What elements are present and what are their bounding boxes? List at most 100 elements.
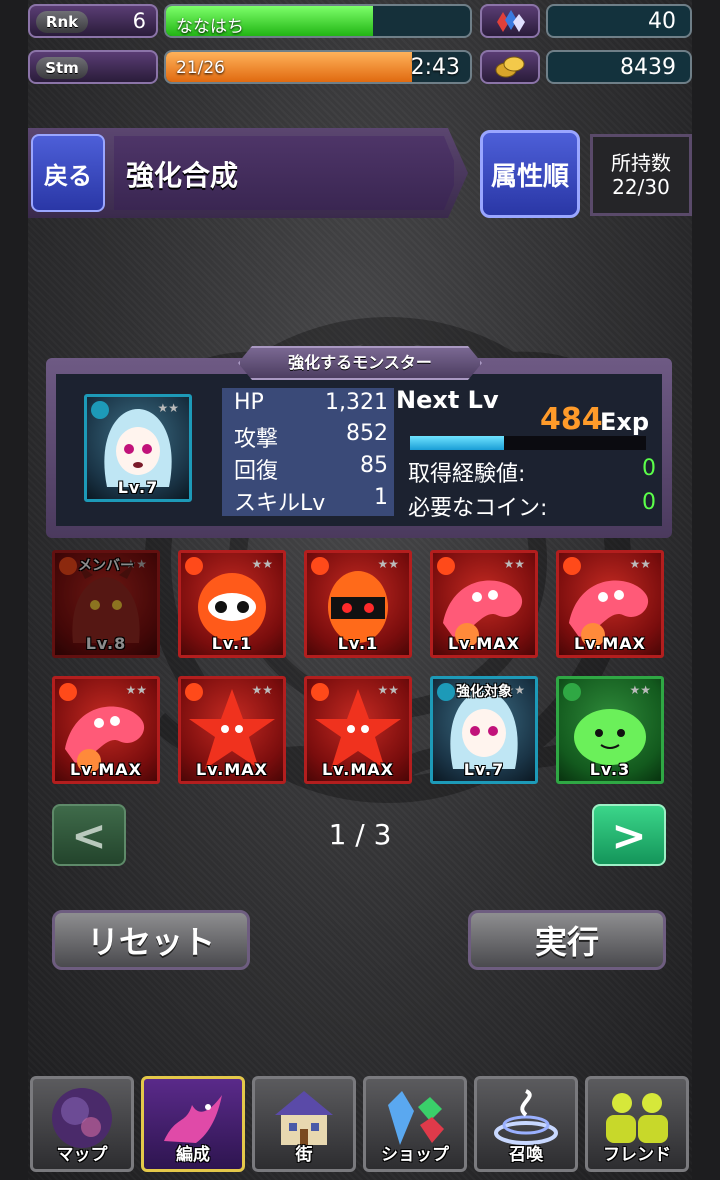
monster-card[interactable]: ★★ Lv.MAX [430,550,538,658]
nav-map[interactable]: マップ [30,1076,134,1172]
fire-attribute-icon [437,557,455,575]
stamina-text: 21/26 [176,58,225,78]
fire-attribute-icon [59,683,77,701]
stat-attack: 攻撃 852 [234,421,388,453]
monster-card-tag: メンバー [78,558,134,574]
stat-recovery-label: 回復 [234,459,279,484]
monster-card-level: Lv.MAX [69,760,143,779]
rarity-stars: ★★ [125,683,147,697]
nav-formation-label: 編成 [176,1145,210,1165]
monster-card[interactable]: ★★ 強化対象 Lv.7 [430,676,538,784]
stat-recovery: 回復 85 [234,453,388,485]
target-panel-title: 強化するモンスター [238,346,482,380]
coin-cost-row: 必要なコイン: 0 [408,490,656,522]
fire-attribute-icon [185,557,203,575]
monster-card-level: Lv.1 [211,634,253,653]
rarity-stars: ★★ [503,557,525,571]
monster-card[interactable]: ★★ Lv.MAX [304,676,412,784]
gem-count: 40 [648,9,676,34]
next-page-button[interactable]: > [592,804,666,866]
stamina-bar: 21/26 2:43 [164,50,472,84]
exp-unit: Exp [600,408,650,436]
status-row-rank: Rnk 6 ななはち 40 [28,0,692,44]
monster-card-level: Lv.MAX [573,634,647,653]
gem-count-box: 40 [546,4,692,38]
stat-hp-value: 1,321 [325,390,388,415]
gain-exp-label: 取得経験値: [408,462,526,487]
monster-card[interactable]: ★★ Lv.1 [178,550,286,658]
wood-attribute-icon [563,683,581,701]
coin-icon-box [480,50,540,84]
gem-icon-box [480,4,540,38]
stat-hp: HP 1,321 [234,390,388,415]
stat-attack-value: 852 [346,421,388,446]
back-button[interactable]: 戻る [31,134,105,212]
prev-page-button[interactable]: < [52,804,126,866]
water-attribute-icon [91,401,109,419]
hold-count: 所持数 22/30 [590,134,692,216]
rank-value: 6 [132,9,146,33]
nav-shop-label: ショップ [381,1145,449,1165]
stamina-box: Stm [28,50,158,84]
monster-card-level: Lv.8 [85,634,127,653]
fire-attribute-icon [311,683,329,701]
target-portrait-level: Lv.7 [117,478,159,497]
stat-skill-level-label: スキルLv [234,491,326,516]
gain-exp-row: 取得経験値: 0 [408,456,656,488]
coin-icon [495,56,525,78]
monster-card[interactable]: ★★ Lv.3 [556,676,664,784]
monster-card-level: Lv.7 [463,760,505,779]
stamina-tag: Stm [36,57,88,79]
monster-card[interactable]: ★★ メンバー Lv.8 [52,550,160,658]
rank-box: Rnk 6 [28,4,158,38]
page-title: 強化合成 [126,159,239,192]
monster-card[interactable]: ★★ Lv.MAX [556,550,664,658]
header: 戻る 強化合成 属性順 所持数 22/30 [28,128,692,220]
rarity-stars: ★★ [377,557,399,571]
player-name: ななはち [176,17,244,37]
nav-friend[interactable]: フレンド [585,1076,689,1172]
hold-value: 22/30 [612,175,670,199]
coin-count-box: 8439 [546,50,692,84]
monster-card[interactable]: ★★ Lv.1 [304,550,412,658]
nav-map-label: マップ [56,1145,108,1165]
nav-town-label: 街 [295,1145,313,1165]
rarity-stars: ★★ [629,683,651,697]
fire-attribute-icon [311,557,329,575]
reset-button[interactable]: リセット [52,910,250,970]
stamina-timer: 2:43 [410,55,460,80]
fire-attribute-icon [563,557,581,575]
page-indicator: 1 / 3 [328,818,392,851]
gain-exp-value: 0 [642,456,656,481]
rank-tag: Rnk [36,11,88,33]
rarity-stars: ★★ [157,401,179,415]
sort-button[interactable]: 属性順 [480,130,580,218]
nav-friend-label: フレンド [603,1145,671,1165]
coin-cost-value: 0 [642,490,656,515]
monster-card-tag: 強化対象 [456,684,512,700]
rarity-stars: ★★ [629,557,651,571]
execute-button[interactable]: 実行 [468,910,666,970]
stat-hp-label: HP [234,390,264,415]
nav-summon[interactable]: 召喚 [474,1076,578,1172]
nav-summon-label: 召喚 [509,1145,543,1165]
exp-needed: 484 [540,402,603,437]
status-row-stamina: Stm 21/26 2:43 8439 [28,46,692,90]
monster-card-level: Lv.MAX [447,634,521,653]
nav-formation[interactable]: 編成 [141,1076,245,1172]
next-level-label: Next Lv [396,386,499,414]
exp-bar: ななはち [164,4,472,38]
monster-card[interactable]: ★★ Lv.MAX [52,676,160,784]
next-level-exp-bar [410,436,646,450]
stat-skill-level: スキルLv 1 [234,485,388,517]
monster-card-level: Lv.MAX [195,760,269,779]
nav-town[interactable]: 街 [252,1076,356,1172]
target-portrait[interactable]: ★★ Lv.7 [84,394,192,502]
monster-card-level: Lv.1 [337,634,379,653]
stat-recovery-value: 85 [360,453,388,478]
hold-label: 所持数 [611,151,671,175]
monster-card[interactable]: ★★ Lv.MAX [178,676,286,784]
nav-shop[interactable]: ショップ [363,1076,467,1172]
coin-cost-label: 必要なコイン: [408,496,548,521]
stat-attack-label: 攻撃 [234,427,279,452]
